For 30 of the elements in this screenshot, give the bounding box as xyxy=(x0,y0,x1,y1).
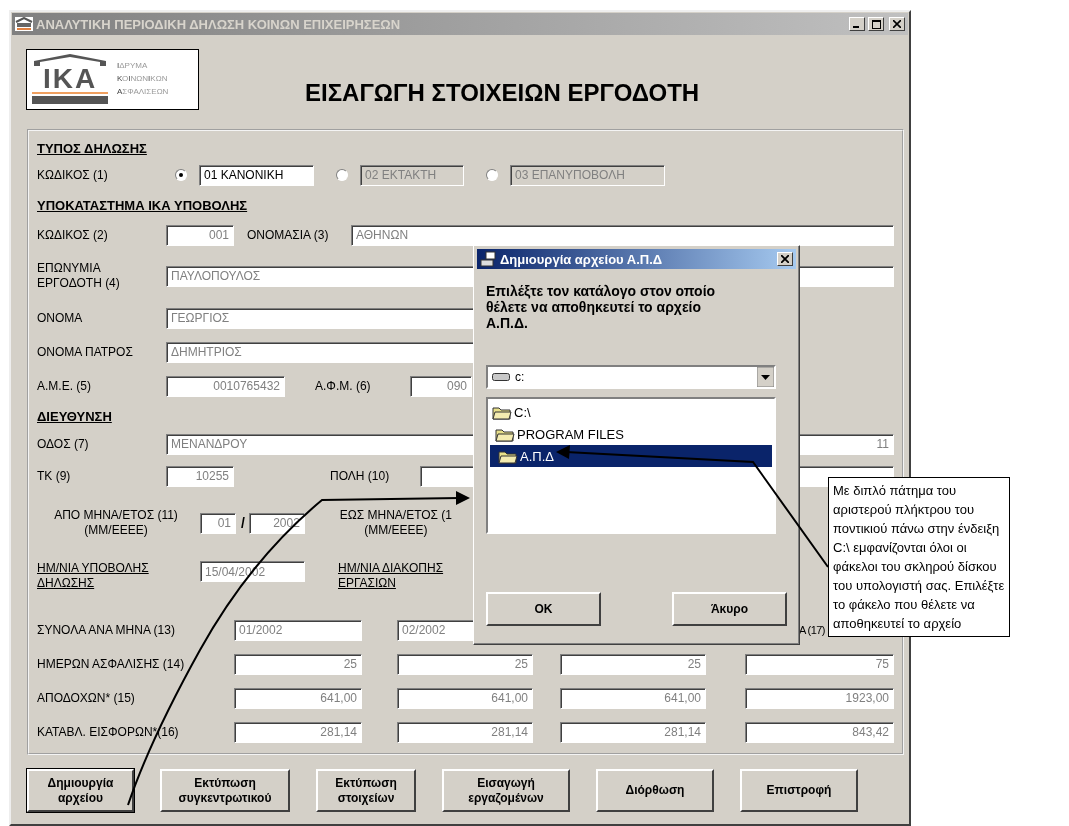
field-label: Α.Φ.Μ. (6) xyxy=(315,378,372,394)
section-heading: ΤΥΠΟΣ ΔΗΛΩΣΗΣ xyxy=(37,140,147,156)
field-label: ΗΜ/ΝΙΑ ΥΠΟΒΟΛΗΣ ΔΗΛΩΣΗΣ xyxy=(37,561,150,591)
logo-mark: ΙΚΑ xyxy=(42,67,98,91)
field-label: ΚΩΔΙΚΟΣ (1) xyxy=(37,167,109,183)
field-label: ΗΜ/ΝΙΑ ΔΙΑΚΟΠΗΣ ΕΡΓΑΣΙΩΝ xyxy=(338,561,445,591)
logo-caption: ΚΟΙΝΩΝΙΚΩΝ xyxy=(117,74,169,84)
field-label: ΤΚ (9) xyxy=(37,468,72,484)
field-label: ΟΔΟΣ (7) xyxy=(37,436,90,452)
field-label: ΟΝΟΜΑ xyxy=(37,310,84,326)
field-label: ΟΝΟΜΑΣΙΑ (3) xyxy=(247,227,330,243)
logo-caption: ΑΣΦΑΛΙΣΕΩΝ xyxy=(117,87,169,97)
logo-caption: ΙΔΡΥΜΑ xyxy=(117,61,149,71)
field-label: ΗΜΕΡΩΝ ΑΣΦΑΛΙΣΗΣ (14) xyxy=(37,656,186,672)
field-label: ΟΝΟΜΑ ΠΑΤΡΟΣ xyxy=(37,344,134,360)
field-label: Α.Μ.Ε. (5) xyxy=(37,378,92,394)
callout-note: Με διπλό πάτημα του αριστερού πλήκτρου του ποντικιού πάνω στην ένδειξη C:\ εμφανίζονται όλοι οι φάκελοι του σκληρού δίσκου του υπολογιστή σας. Επιλέξτε το φάκελο που θέλετε να αποθηκευτεί το αρχείο xyxy=(828,477,1010,637)
field-label: ΕΩΣ ΜΗΝΑ/ΕΤΟΣ (1 (ΜΜ/ΕΕΕΕ) xyxy=(338,508,453,538)
window-title: ΑΝΑΛΥΤΙΚΗ ΠΕΡΙΟΔΙΚΗ ΔΗΛΩΣΗ ΚΟΙΝΩΝ ΕΠΙΧΕΙΡΗΣΕΩΝ xyxy=(36,16,402,32)
date-separator: / xyxy=(241,515,245,531)
page-heading: ΕΙΣΑΓΩΓΗ ΣΤΟΙΧΕΙΩΝ ΕΡΓΟΔΟΤΗ xyxy=(305,79,700,107)
field-label: ΚΩΔΙΚΟΣ (2) xyxy=(37,227,109,243)
section-heading: ΥΠΟΚΑΤΑΣΤΗΜΑ ΙΚΑ ΥΠΟΒΟΛΗΣ xyxy=(37,197,248,213)
section-heading: ΔΙΕΥΘΥΝΣΗ xyxy=(37,408,112,424)
field-label: ΣΥΝΟΛΑ ΑΝΑ ΜΗΝΑ (13) xyxy=(37,622,176,638)
field-label: ΑΠΟΔΟΧΩΝ* (15) xyxy=(37,690,136,706)
field-label: ΠΟΛΗ (10) xyxy=(330,468,391,484)
dialog-title: Δημιουργία αρχείου Α.Π.Δ xyxy=(500,251,664,267)
field-label: ΕΠΩΝΥΜΙΑ ΕΡΓΟΔΟΤΗ (4) xyxy=(37,261,121,291)
field-label: ΑΠΟ ΜΗΝΑ/ΕΤΟΣ (11) (ΜΜ/ΕΕΕΕ) xyxy=(53,508,179,538)
